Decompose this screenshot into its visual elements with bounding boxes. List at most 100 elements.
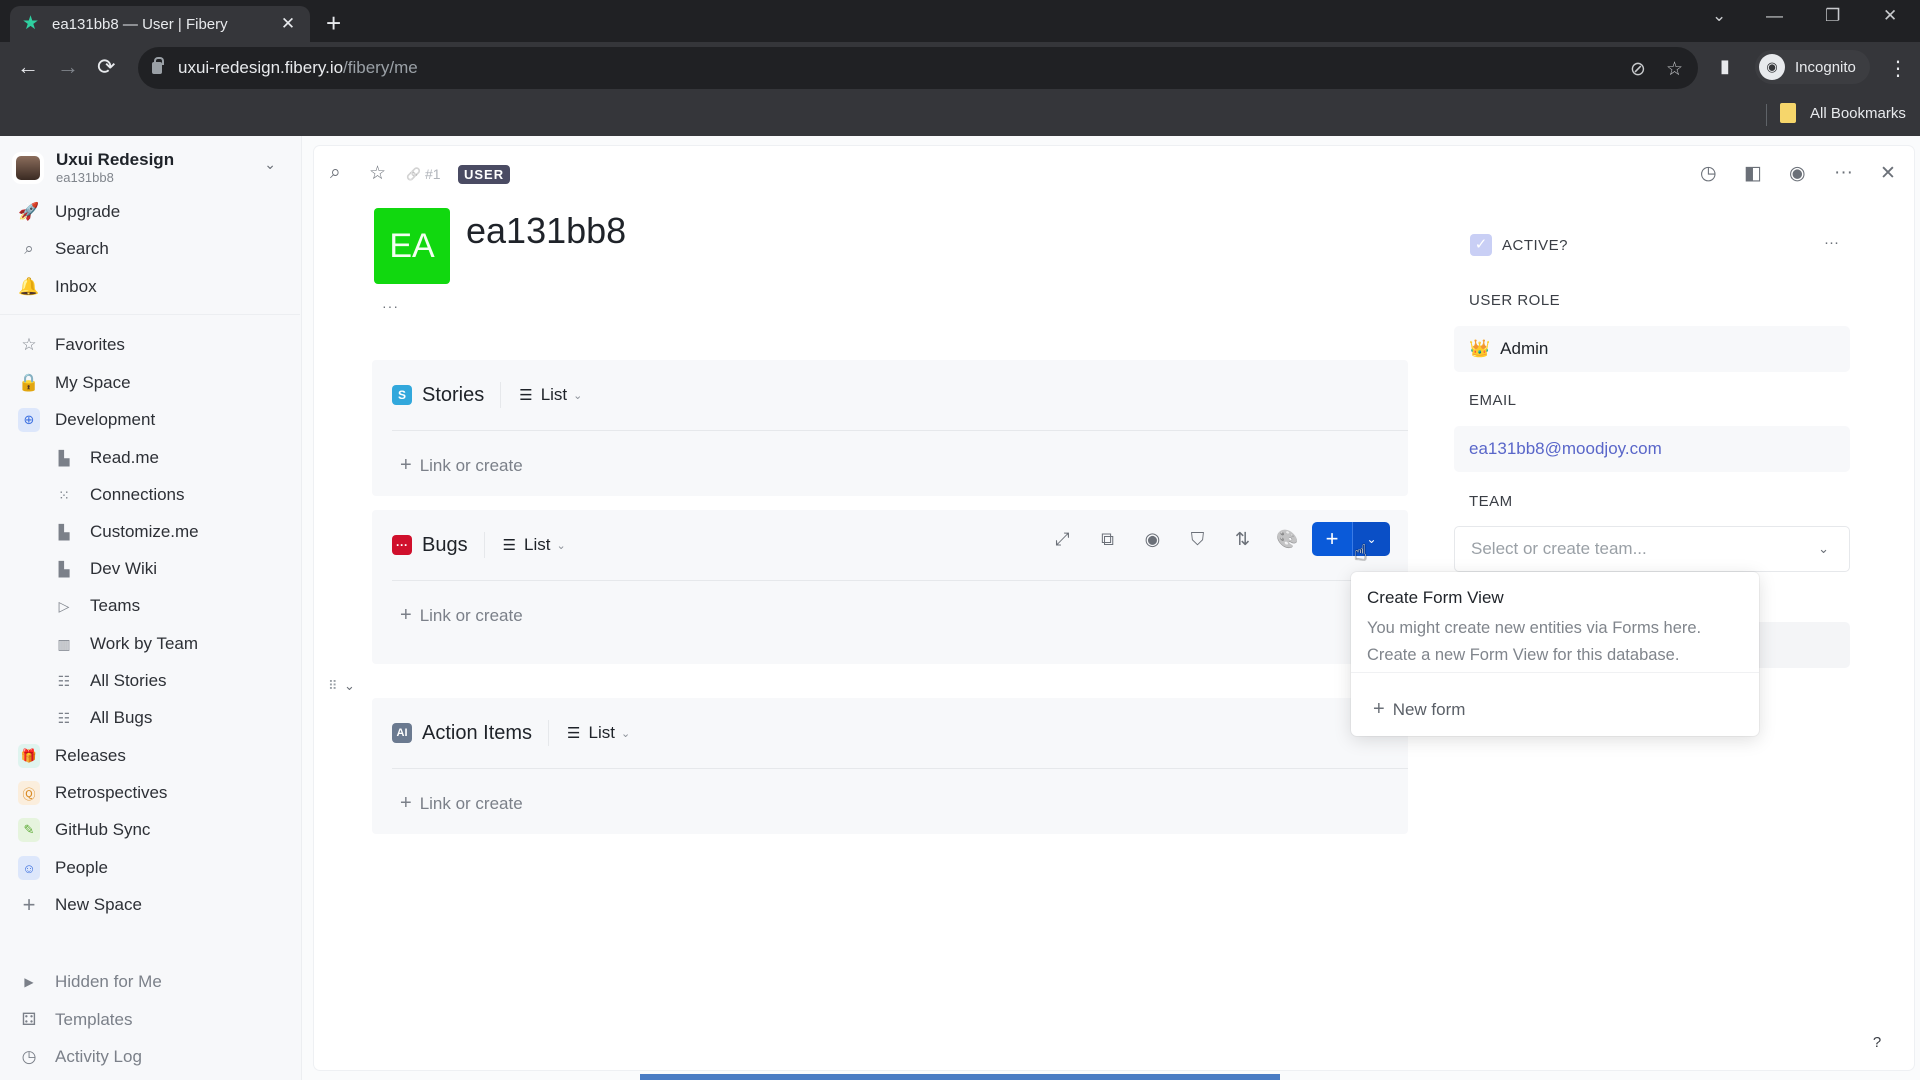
sidebar-item-work-by-team[interactable]: ▥ Work by Team xyxy=(0,626,300,662)
workspace-user: ea131bb8 xyxy=(56,170,114,185)
link-or-create-button[interactable]: + Link or create xyxy=(400,604,523,627)
expand-icon[interactable]: ⤢ xyxy=(1040,522,1085,556)
minimize-icon[interactable]: — xyxy=(1766,6,1783,26)
browser-tab-active[interactable]: ★ ea131bb8 — User | Fibery ✕ xyxy=(10,6,310,42)
sidebar-item-teams[interactable]: ▷ Teams xyxy=(0,588,300,624)
drag-handle-icon[interactable]: ⠿ xyxy=(328,678,338,694)
sidebar-item-readme[interactable]: ▙ Read.me xyxy=(0,440,300,476)
link-or-create-button[interactable]: + Link or create xyxy=(400,792,523,815)
relation-name[interactable]: Action Items xyxy=(422,722,532,745)
relation-name[interactable]: Bugs xyxy=(422,534,468,557)
chevron-down-icon: ⌄ xyxy=(573,389,583,402)
popover-title: Create Form View xyxy=(1367,588,1504,607)
relation-action-items: AI Action Items ☰ List ⌄ + Link or creat… xyxy=(372,698,1408,834)
sidebar-item-label: Work by Team xyxy=(90,634,199,653)
sidebar-item-hidden-for-me[interactable]: ▶ Hidden for Me xyxy=(0,964,300,1000)
collapse-chevron-icon[interactable]: ⌄ xyxy=(344,678,355,694)
new-form-label: New form xyxy=(1392,699,1466,719)
layout-icon[interactable]: ◧ xyxy=(1744,162,1762,185)
view-selector[interactable]: ☰ List ⌄ xyxy=(503,535,566,555)
table-view-icon: ☷ xyxy=(57,709,71,726)
filter-icon[interactable]: ⛉ xyxy=(1175,522,1220,556)
sort-icon[interactable]: ⇅ xyxy=(1220,522,1265,556)
tab-search-icon[interactable]: ⌄ xyxy=(1712,6,1726,26)
sidebar-item-all-bugs[interactable]: ☷ All Bugs xyxy=(0,700,300,736)
horizontal-scrollbar[interactable] xyxy=(640,1074,1280,1080)
window-close-icon[interactable]: ✕ xyxy=(1883,6,1897,26)
sidebar-item-inbox[interactable]: 🔔 Inbox xyxy=(0,269,300,305)
email-field[interactable]: ea131bb8@moodjoy.com xyxy=(1454,426,1850,472)
back-icon[interactable]: ← xyxy=(17,54,39,80)
active-checkbox[interactable]: ✓ xyxy=(1470,234,1492,256)
sidebar-item-upgrade[interactable]: 🚀 Upgrade xyxy=(0,194,300,230)
view-selector[interactable]: ☰ List ⌄ xyxy=(567,723,630,743)
search-icon[interactable]: ⌕ xyxy=(330,162,341,184)
sidebar-item-activity-log[interactable]: ◷ Activity Log xyxy=(0,1039,300,1075)
workspace-avatar xyxy=(16,156,40,180)
link-or-create-label: Link or create xyxy=(419,793,523,813)
sidebar-item-github-sync[interactable]: ✎ GitHub Sync xyxy=(0,812,300,848)
help-button[interactable]: ? xyxy=(1862,1028,1892,1058)
sidebar-item-development[interactable]: ⊕ Development xyxy=(0,402,300,438)
entity-title[interactable]: ea131bb8 xyxy=(466,210,626,252)
sidebar-item-new-space[interactable]: + New Space xyxy=(0,887,300,923)
all-bookmarks-button[interactable]: All Bookmarks xyxy=(1780,103,1906,123)
plus-icon: + xyxy=(400,792,412,814)
sidebar-item-customize-me[interactable]: ▙ Customize.me xyxy=(0,514,300,550)
restore-icon[interactable]: ❐ xyxy=(1825,6,1840,26)
sidebar-item-releases[interactable]: 🎁 Releases xyxy=(0,738,300,774)
incognito-profile-button[interactable]: ◉ Incognito xyxy=(1755,50,1870,84)
divider xyxy=(483,532,485,558)
view-selector[interactable]: ☰ List ⌄ xyxy=(519,385,582,405)
sidebar-item-favorites[interactable]: ☆ Favorites xyxy=(0,327,300,363)
sidebar-item-connections[interactable]: ⁙ Connections xyxy=(0,477,300,513)
reload-icon[interactable]: ⟳ xyxy=(97,54,115,80)
sidebar-item-templates[interactable]: ⚃ Templates xyxy=(0,1002,300,1038)
user-role-field[interactable]: 👑 Admin xyxy=(1454,326,1850,372)
link-or-create-button[interactable]: + Link or create xyxy=(400,454,523,477)
view-selector-label: List xyxy=(588,723,615,742)
new-form-button[interactable]: + New form xyxy=(1373,698,1465,721)
profile-label: Incognito xyxy=(1795,58,1856,76)
sidebar-item-retrospectives[interactable]: Ⓠ Retrospectives xyxy=(0,775,300,811)
sidebar-item-people[interactable]: ☺ People xyxy=(0,850,300,886)
plus-icon: + xyxy=(22,892,36,917)
workspace-switcher[interactable]: Uxui Redesign ea131bb8 ⌄ xyxy=(16,146,286,190)
sidebar-item-search[interactable]: ⌕ Search xyxy=(0,231,300,267)
relations-icon[interactable]: ⧉ xyxy=(1085,522,1130,556)
bookmark-star-icon[interactable]: ☆ xyxy=(1666,58,1683,81)
browser-menu-icon[interactable]: ⋮ xyxy=(1888,56,1908,81)
email-value: ea131bb8@moodjoy.com xyxy=(1469,439,1662,458)
palette-icon[interactable]: 🎨 xyxy=(1265,522,1310,556)
entity-id-link[interactable]: 🔗 #1 xyxy=(406,166,441,182)
sidebar-item-label: Releases xyxy=(55,746,126,765)
favorite-star-icon[interactable]: ☆ xyxy=(369,162,386,185)
field-more-icon[interactable]: ··· xyxy=(1824,234,1839,251)
eye-off-icon[interactable]: ⊘ xyxy=(1630,58,1646,81)
sidebar-item-all-stories[interactable]: ☷ All Stories xyxy=(0,663,300,699)
entity-view: ⌕ ☆ 🔗 #1 USER ◷ ◧ ◉ ··· ✕ EA ea131bb8 ··… xyxy=(314,146,1914,1070)
url-path: /fibery/me xyxy=(343,58,418,77)
browser-tab-strip: ★ ea131bb8 — User | Fibery ✕ + ⌄ — ❐ ✕ xyxy=(0,0,1920,42)
sidebar-item-dev-wiki[interactable]: ▙ Dev Wiki xyxy=(0,551,300,587)
entity-more-button[interactable]: ··· xyxy=(382,298,399,314)
bugs-database-icon: ··· xyxy=(392,535,412,555)
toggle-icon[interactable]: ◉ xyxy=(1789,162,1806,185)
more-icon[interactable]: ··· xyxy=(1834,162,1853,184)
relation-name[interactable]: Stories xyxy=(422,384,484,407)
entity-id: #1 xyxy=(424,166,441,182)
history-icon[interactable]: ◷ xyxy=(1700,162,1717,185)
forward-icon[interactable]: → xyxy=(57,54,79,80)
add-menu-chevron-button[interactable]: ⌄ xyxy=(1352,522,1390,556)
sidebar-item-my-space[interactable]: 🔒 My Space xyxy=(0,365,300,401)
side-panel-icon[interactable]: ▮ xyxy=(1720,56,1730,77)
toggle-icon[interactable]: ◉ xyxy=(1130,522,1175,556)
new-tab-button[interactable]: + xyxy=(326,8,341,39)
add-button[interactable]: + xyxy=(1312,522,1352,556)
entity-avatar[interactable]: EA xyxy=(374,208,450,284)
close-icon[interactable]: ✕ xyxy=(1880,162,1896,185)
team-select[interactable]: Select or create team... ⌄ xyxy=(1454,526,1850,572)
sidebar: Uxui Redesign ea131bb8 ⌄ 🚀 Upgrade ⌕ Sea… xyxy=(0,136,302,1080)
tab-close-icon[interactable]: ✕ xyxy=(278,14,298,34)
address-bar[interactable]: uxui-redesign.fibery.io /fibery/me ⊘ ☆ xyxy=(138,47,1698,89)
